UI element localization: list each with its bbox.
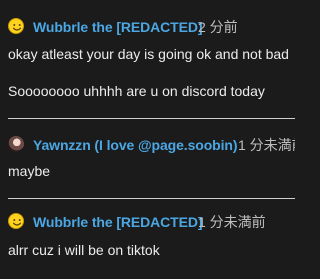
timestamp: 2 分前 <box>198 19 238 35</box>
comment-feed: Wubbrle the [REDACTED] 2 分前 okay atleast… <box>0 0 295 279</box>
username-link[interactable]: Yawnzzn (I love @page.soobin) <box>33 136 238 154</box>
timestamp: 1 分未満前 <box>198 214 266 230</box>
divider <box>8 198 295 199</box>
comment: Wubbrle the [REDACTED] 1 分未満前 alrr cuz i… <box>0 205 295 258</box>
comment-header: Wubbrle the [REDACTED] 2 分前 <box>0 10 295 38</box>
username-link[interactable]: Wubbrle the [REDACTED] <box>33 18 203 36</box>
comment-text: okay atleast your day is going ok and no… <box>8 46 289 62</box>
smiley-face-icon <box>12 24 22 31</box>
username-link[interactable]: Wubbrle the [REDACTED] <box>33 213 203 231</box>
comment-text: Soooooooo uhhhh are u on discord today <box>8 83 265 99</box>
comment-header: Yawnzzn (I love @page.soobin) 1 分未満前 <box>0 128 295 156</box>
smiley-face-icon <box>12 219 22 226</box>
comment-header: Wubbrle the [REDACTED] 1 分未満前 <box>0 205 295 233</box>
profile-photo-avatar[interactable] <box>8 136 24 152</box>
comment-text: alrr cuz i will be on tiktok <box>8 242 160 258</box>
timestamp: 1 分未満前 <box>238 137 295 153</box>
comment: Yawnzzn (I love @page.soobin) 1 分未満前 may… <box>0 128 295 179</box>
divider <box>8 118 295 119</box>
yellow-smiley-icon[interactable] <box>8 213 24 229</box>
comment-text: maybe <box>8 163 51 179</box>
yellow-smiley-icon[interactable] <box>8 18 24 34</box>
comment: Wubbrle the [REDACTED] 2 分前 okay atleast… <box>0 10 295 99</box>
